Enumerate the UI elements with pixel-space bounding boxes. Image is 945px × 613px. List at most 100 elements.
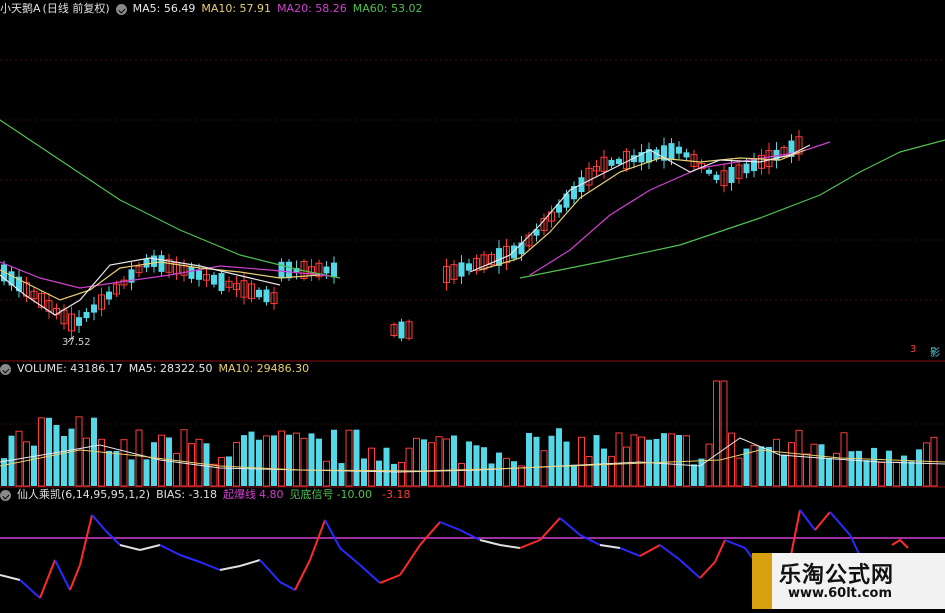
volume-bar-down	[151, 442, 157, 486]
volume-bar-down	[556, 428, 562, 486]
ma5-legend: MA5: 56.49	[132, 2, 196, 15]
volume-bar-up	[120, 439, 128, 487]
volume-bar-down	[226, 456, 232, 486]
bias-segment	[79, 514, 93, 566]
ma60-legend: MA60: 53.02	[352, 2, 423, 15]
candle-down	[676, 146, 682, 154]
volume-bar-down	[271, 435, 277, 486]
volume-bar-down	[601, 448, 607, 486]
volume-bar-down	[563, 441, 570, 486]
watermark-title: 乐淘公式网	[779, 563, 895, 588]
volume-bar-up	[713, 380, 720, 487]
stock-name: 小天鹅A	[0, 2, 41, 15]
volume-bar-down	[548, 435, 555, 486]
bias-segment	[91, 514, 106, 531]
volume-legend: VOLUME: 43186.17 MA5: 28322.50 MA10: 294…	[0, 361, 309, 377]
candle-down	[218, 273, 225, 291]
watermark-logo-icon	[752, 553, 772, 609]
volume-bar-up	[75, 416, 83, 487]
candle-down	[323, 266, 330, 274]
right-marker-a-text: 3	[910, 344, 917, 355]
volume-bar-down	[383, 447, 390, 486]
volume-bar-up	[668, 433, 675, 487]
chart-canvas	[0, 59, 945, 599]
bias-segment	[699, 561, 716, 579]
bias-segment	[324, 519, 341, 549]
candle-down	[398, 321, 405, 339]
volume-bar-down	[908, 461, 915, 486]
candle-down	[151, 255, 157, 267]
candle-down	[188, 266, 195, 279]
volume-bar-down	[863, 460, 870, 486]
bias-segment	[294, 559, 311, 591]
settings-toggle-icon[interactable]	[115, 3, 127, 15]
volume-bar-down	[691, 464, 697, 486]
candle-down	[143, 258, 150, 268]
volume-bar-down	[848, 451, 855, 486]
volume-bar-down	[391, 463, 397, 486]
candle-down	[76, 317, 82, 326]
candle-down	[211, 274, 217, 285]
volume-bar-up	[413, 437, 420, 487]
watermark: 乐淘公式网 www.60lt.com	[752, 553, 945, 609]
bias-segment	[599, 544, 621, 549]
ma10-legend: MA10: 57.91	[201, 2, 272, 15]
volume-bar-up	[345, 429, 353, 487]
volume-bar-down	[308, 433, 315, 486]
volume-bar-down	[1, 458, 7, 486]
watermark-url: www.60lt.com	[788, 586, 893, 601]
volume-bar-up	[83, 437, 90, 487]
volume-bar-down	[871, 447, 877, 486]
volume-bar-up	[300, 437, 308, 487]
volume-bar-up	[518, 465, 525, 487]
volume-bar-down	[361, 458, 367, 486]
volume-bar-down	[113, 450, 120, 486]
volume-bar-down	[698, 458, 705, 486]
candle-down	[511, 245, 517, 259]
bias-segment	[359, 564, 381, 584]
volume-bar-down	[593, 435, 600, 486]
candle-down	[83, 311, 90, 319]
volume-bar-up	[293, 432, 300, 487]
bias-segment	[659, 544, 681, 561]
volume-bar-up	[795, 429, 803, 487]
bias-value: BIAS: -3.18	[156, 488, 218, 501]
volume-bar-up	[623, 446, 630, 487]
volume-bar-up	[773, 438, 780, 487]
volume-bar-down	[376, 460, 382, 486]
bias-segment	[259, 559, 281, 583]
bias-segment	[159, 544, 181, 556]
volume-bar-down	[256, 439, 262, 486]
bias-segment	[179, 554, 201, 563]
right-marker-b: 影	[930, 344, 940, 359]
volume-toggle-icon[interactable]	[0, 363, 11, 375]
bias-segment	[619, 547, 641, 557]
volume-bar-up	[615, 432, 623, 487]
volume-bar-up	[458, 463, 465, 487]
low-annotation: 37.52	[62, 337, 91, 348]
bias-segment	[309, 519, 326, 561]
volume-bar-down	[106, 450, 112, 486]
candle-down	[91, 304, 97, 313]
volume-bar-down	[818, 444, 825, 486]
volume-bar-up	[180, 429, 188, 487]
jiandi-label: 见底信号	[289, 488, 334, 501]
candle-down	[331, 262, 337, 278]
bias-segment	[279, 581, 296, 591]
bias-segment	[219, 565, 241, 571]
volume-bar-down	[338, 463, 345, 486]
indicator-toggle-icon[interactable]	[0, 489, 11, 501]
volume-bar-up	[263, 435, 270, 487]
stock-chart: 小天鹅A (日线 前复权) MA5: 56.49 MA10: 57.91 MA2…	[0, 0, 945, 609]
ma60-line	[0, 119, 341, 279]
volume-bar-down	[766, 447, 772, 486]
volume-bar-up	[585, 456, 593, 487]
jiandi-value: -10.00	[336, 488, 372, 501]
bias-segment	[39, 559, 56, 599]
volume-bar-up	[788, 442, 795, 487]
bias-segment	[199, 561, 221, 571]
price-legend: 小天鹅A (日线 前复权) MA5: 56.49 MA10: 57.91 MA2…	[0, 1, 423, 17]
ma20-legend: MA20: 58.26	[277, 2, 347, 15]
bias-segment	[139, 544, 161, 551]
candle-down	[616, 158, 622, 165]
